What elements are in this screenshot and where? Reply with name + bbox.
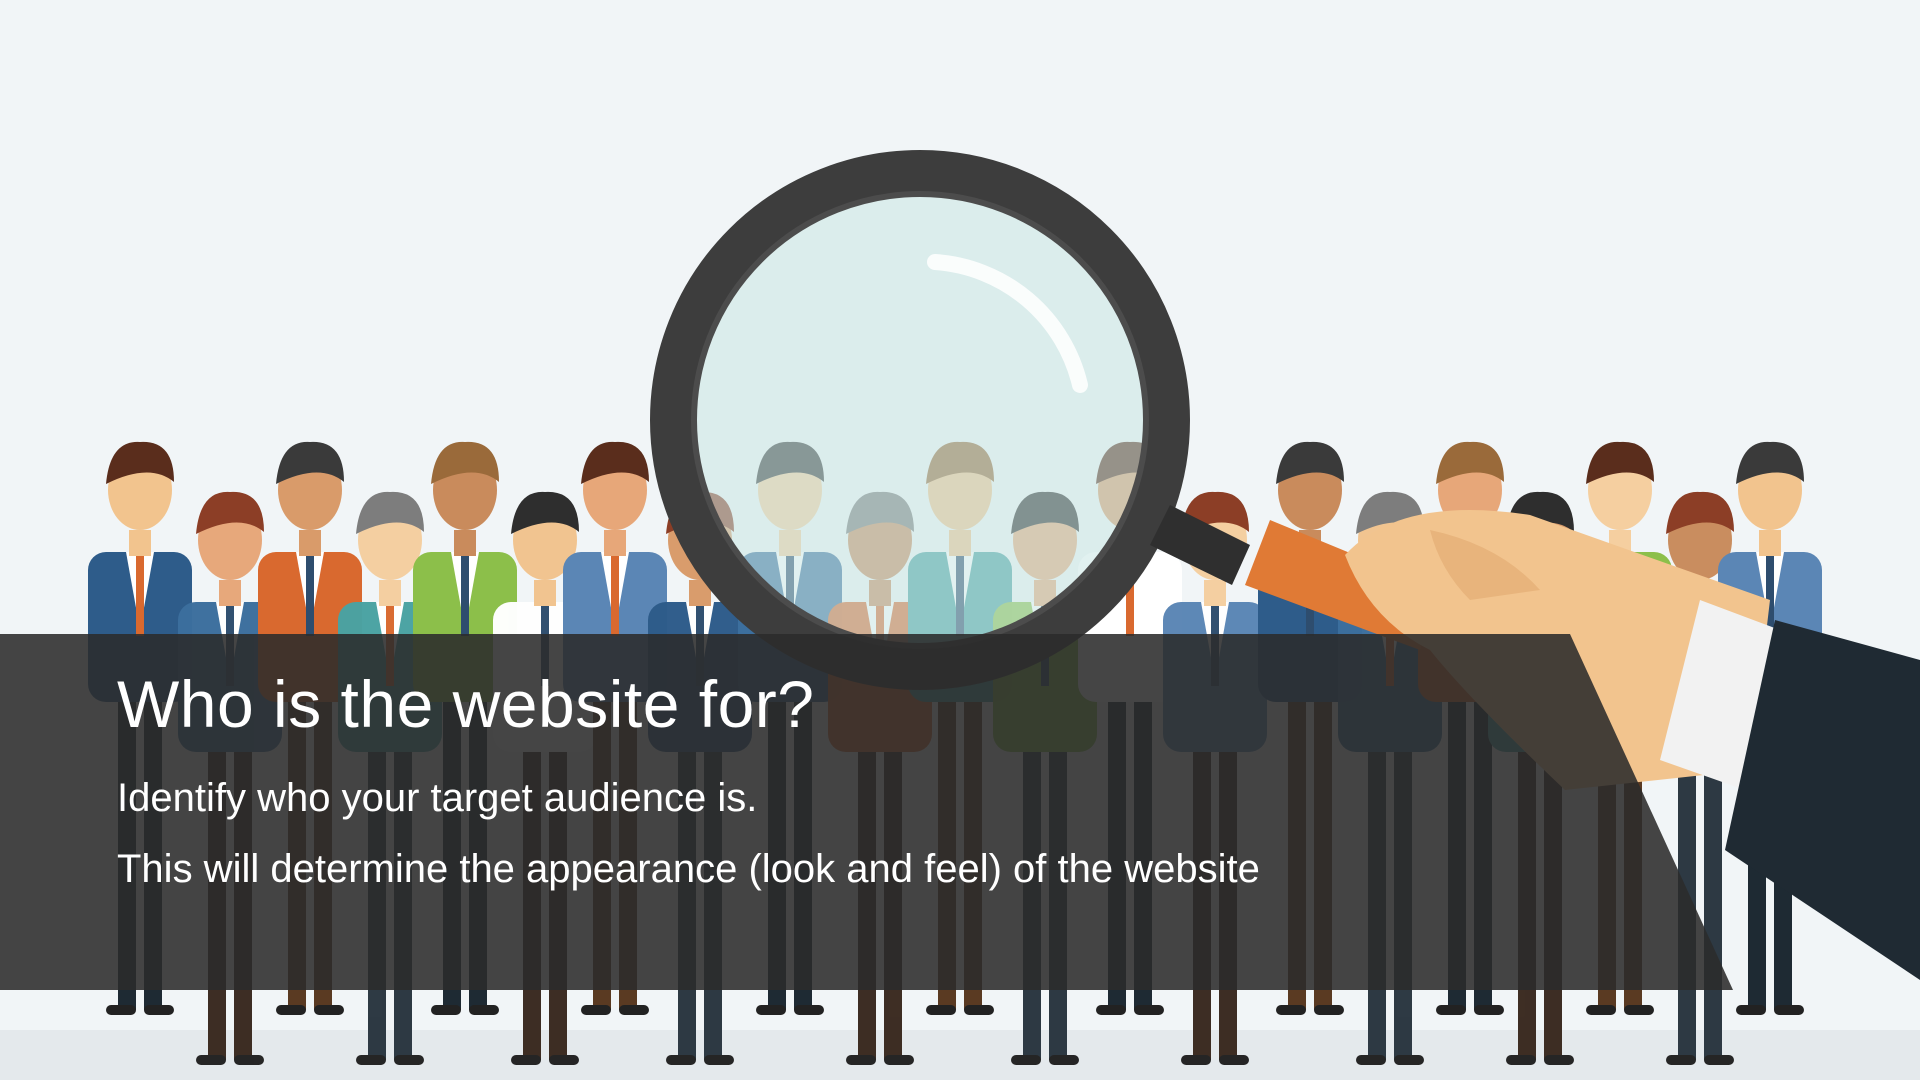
slide-title: Who is the website for? [117, 667, 815, 741]
audience-illustration [0, 0, 1920, 1080]
slide-body-line-1: Identify who your target audience is. [117, 776, 758, 820]
slide-body-line-2: This will determine the appearance (look… [117, 847, 1260, 891]
